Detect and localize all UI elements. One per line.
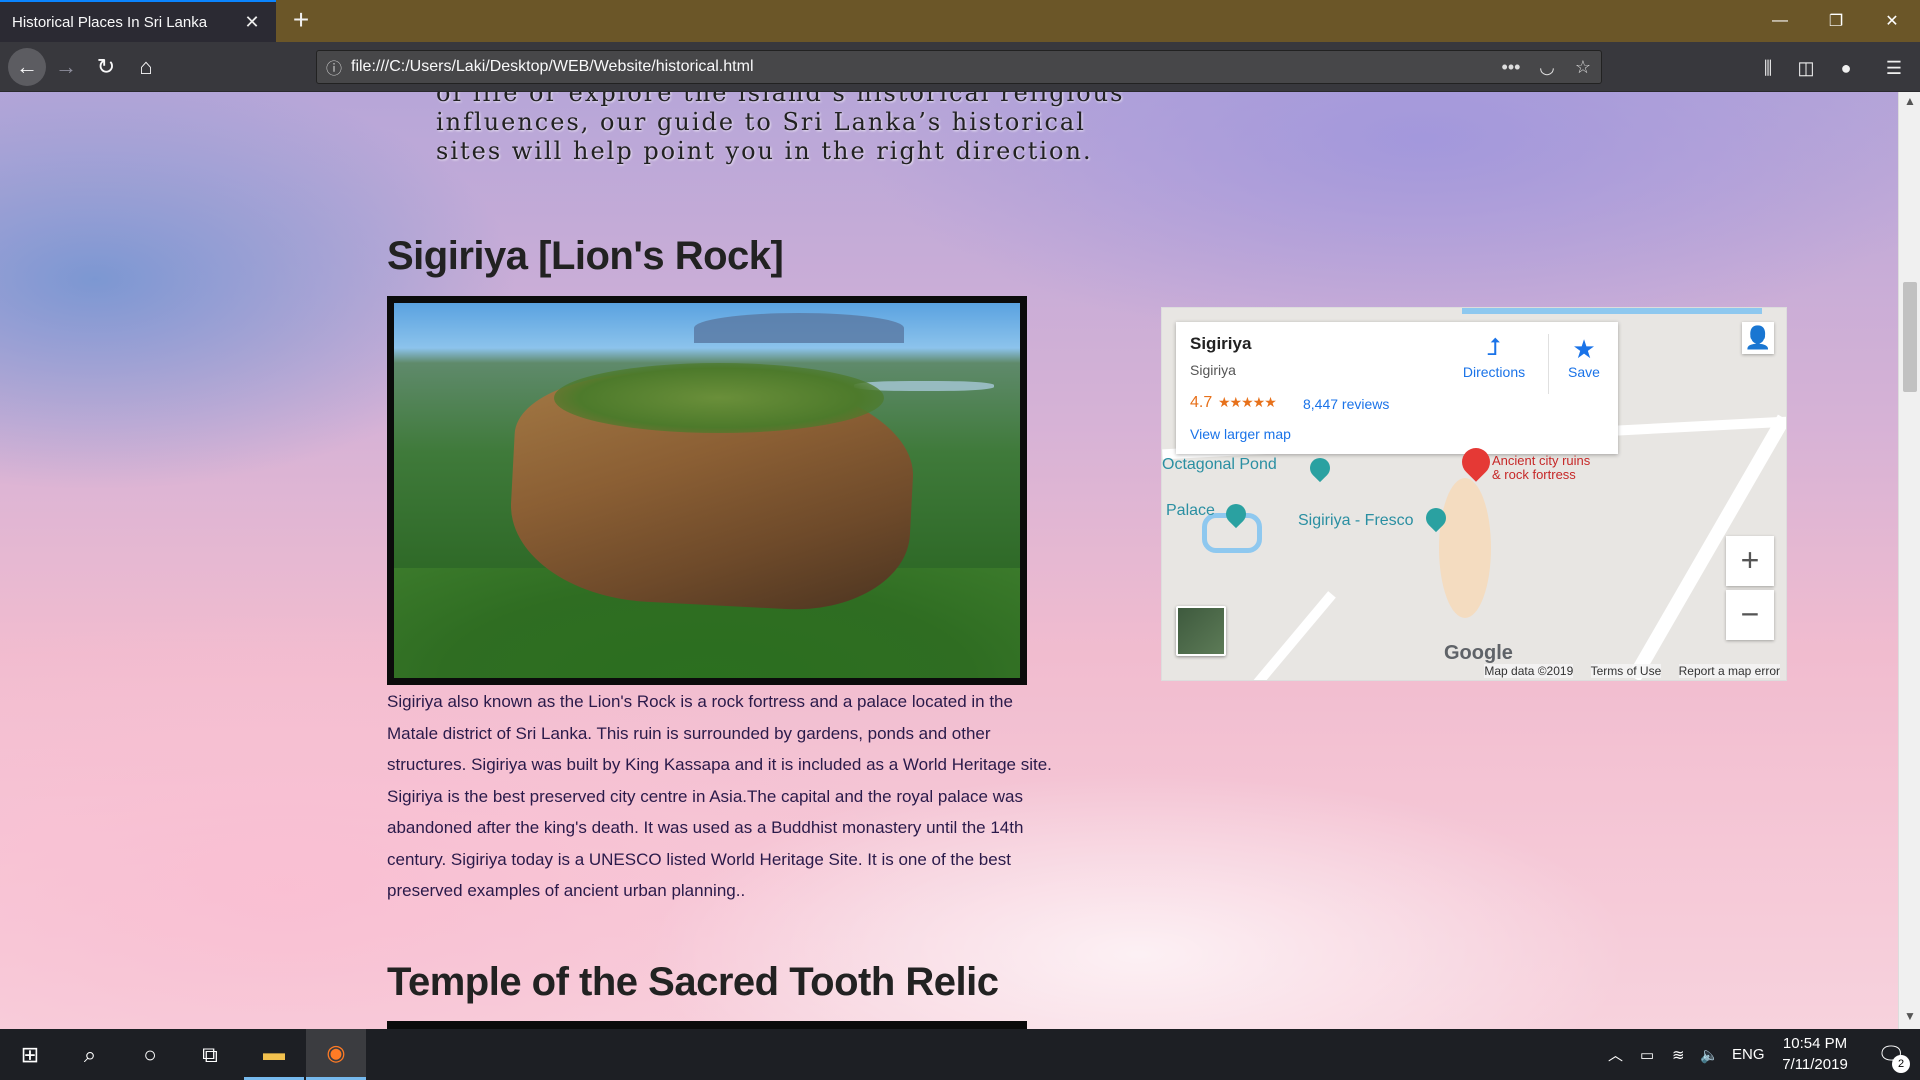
directions-button[interactable]: ⮥ Directions [1454,334,1534,380]
section-heading-tooth-relic: Temple of the Sacred Tooth Relic [387,960,999,1004]
page-scrollbar[interactable]: ▲ ▼ [1898,92,1920,1029]
scroll-down-icon[interactable]: ▼ [1899,1009,1920,1027]
satellite-toggle[interactable] [1176,606,1226,656]
reload-icon: ↻ [96,54,116,79]
map-label-octagonal-pond[interactable]: Octagonal Pond [1162,456,1277,474]
site-info-icon[interactable]: ⓘ [317,55,351,79]
library-icon[interactable]: ⫼ [1754,54,1782,82]
map-attribution: Map data ©2019 Terms of Use Report a map… [1162,662,1786,680]
menu-icon[interactable]: ☰ [1880,54,1908,82]
volume-icon[interactable]: 🔈 [1700,1029,1719,1080]
reload-button[interactable]: ↻ [90,51,122,83]
search-icon[interactable]: ⌕ [60,1029,120,1080]
bookmark-star-icon[interactable]: ☆ [1565,57,1601,78]
street-view-pegman-icon[interactable]: 👤 [1742,322,1774,354]
place-rating: 4.7 [1190,394,1213,411]
scroll-thumb[interactable] [1903,282,1917,392]
place-info-card: Sigiriya Sigiriya 4.7 ★★★★★ 8,447 review… [1176,322,1618,454]
tab-close-icon[interactable]: ✕ [240,10,264,34]
notification-count: 2 [1892,1055,1910,1073]
account-icon[interactable]: ● [1832,54,1860,82]
navigation-toolbar: ← → ↻ ⌂ ⓘ file:///C:/Users/Laki/Desktop/… [0,42,1920,92]
tooth-relic-photo [387,1021,1027,1029]
scroll-up-icon[interactable]: ▲ [1899,94,1920,112]
page-actions-icon[interactable]: ••• [1493,57,1529,78]
cortana-icon[interactable]: ○ [120,1029,180,1080]
save-star-icon: ★ [1572,334,1596,364]
place-name: Sigiriya [1190,334,1252,353]
directions-icon: ⮥ [1486,334,1502,361]
report-map-error-link[interactable]: Report a map error [1678,664,1780,678]
back-arrow-icon: ← [16,54,38,79]
map-label-fresco[interactable]: Sigiriya - Fresco [1298,512,1414,530]
tab-historical-places[interactable]: Historical Places In Sri Lanka ✕ [0,0,276,42]
reviews-link[interactable]: 8,447 reviews [1303,396,1389,412]
save-button[interactable]: ★ Save [1554,334,1614,380]
rating-stars-icon: ★★★★★ [1218,394,1277,410]
sidebar-icon[interactable]: ◫ [1792,54,1820,82]
system-clock[interactable]: 10:54 PM 7/11/2019 [1770,1033,1860,1075]
url-text[interactable]: file:///C:/Users/Laki/Desktop/WEB/Websit… [351,58,1493,76]
windows-taskbar: ⊞ ⌕ ○ ⧉ ▬ ◉ ︿ ▭ ≋ 🔈 ENG 10:54 PM 7/11/20… [0,1029,1920,1080]
forward-button[interactable]: → [50,51,82,83]
page-viewport: of life or explore the island’s historic… [0,92,1898,1029]
pocket-icon[interactable]: ◡ [1529,57,1565,78]
new-tab-button[interactable]: + [286,6,316,36]
intro-paragraph: of life or explore the island’s historic… [436,92,1125,165]
pin-label[interactable]: Ancient city ruins & rock fortress [1492,454,1590,482]
home-icon: ⌂ [139,54,153,79]
minimize-button[interactable]: — [1752,0,1808,42]
tab-strip: Historical Places In Sri Lanka ✕ + — ❐ ✕ [0,0,1920,42]
map-data-text: Map data ©2019 [1484,664,1574,678]
show-hidden-icons[interactable]: ︿ [1608,1029,1623,1080]
clock-date: 7/11/2019 [1782,1056,1848,1073]
sigiriya-photo [387,296,1027,685]
zoom-out-button[interactable]: − [1726,590,1774,640]
sigiriya-description: Sigiriya also known as the Lion's Rock i… [387,692,1052,900]
pond-poi-icon[interactable] [1305,453,1335,483]
view-larger-map-link[interactable]: View larger map [1190,426,1291,442]
language-indicator[interactable]: ENG [1732,1029,1765,1080]
section-heading-sigiriya: Sigiriya [Lion's Rock] [387,234,784,278]
battery-icon[interactable]: ▭ [1640,1029,1654,1080]
zoom-in-button[interactable]: + [1726,536,1774,586]
save-label: Save [1568,364,1600,380]
forward-arrow-icon: → [55,54,77,79]
url-bar[interactable]: ⓘ file:///C:/Users/Laki/Desktop/WEB/Webs… [316,50,1602,84]
pin-subtitle-1: Ancient city ruins [1492,453,1591,468]
place-address: Sigiriya [1190,362,1236,378]
close-window-button[interactable]: ✕ [1864,0,1920,42]
task-view-icon[interactable]: ⧉ [180,1029,240,1080]
directions-label: Directions [1462,364,1526,380]
terms-link[interactable]: Terms of Use [1590,664,1662,678]
file-explorer-icon[interactable]: ▬ [244,1029,304,1080]
embedded-map[interactable]: Sigiriya Sigiriya 4.7 ★★★★★ 8,447 review… [1161,307,1787,681]
tab-title: Historical Places In Sri Lanka [12,13,208,31]
firefox-icon[interactable]: ◉ [306,1029,366,1080]
clock-time: 10:54 PM [1782,1035,1848,1052]
action-center-button[interactable]: 🗨 2 [1862,1029,1920,1080]
pin-subtitle-2: & rock fortress [1492,467,1576,482]
map-label-palace[interactable]: Palace [1166,502,1215,520]
start-windows-icon[interactable]: ⊞ [0,1029,60,1080]
back-button[interactable]: ← [8,48,46,86]
wifi-icon[interactable]: ≋ [1672,1029,1685,1080]
restore-button[interactable]: ❐ [1808,0,1864,42]
home-button[interactable]: ⌂ [130,51,162,83]
